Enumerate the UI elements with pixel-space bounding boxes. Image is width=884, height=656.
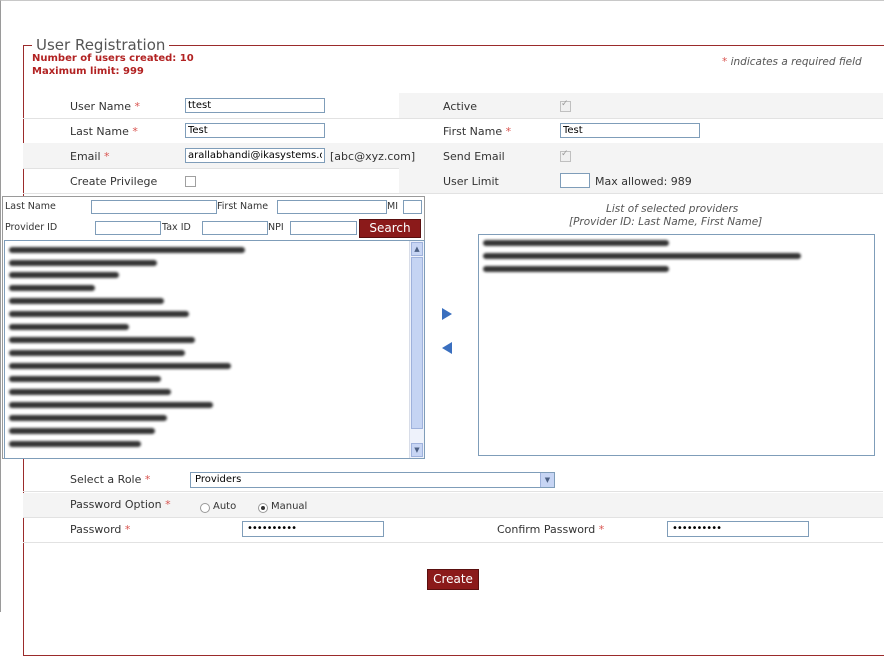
password-auto-label: Auto — [213, 501, 237, 512]
active-label: Active — [443, 100, 478, 113]
first-name-input[interactable] — [560, 123, 700, 138]
search-tax-id-input[interactable] — [202, 221, 268, 235]
max-allowed-text: Max allowed: 989 — [595, 175, 692, 188]
list-item[interactable] — [9, 415, 167, 421]
password-input[interactable]: •••••••••• — [242, 521, 384, 537]
first-name-label: First Name * — [443, 125, 512, 138]
list-item[interactable] — [9, 428, 155, 434]
search-first-name-label: First Name — [217, 201, 269, 212]
list-item[interactable] — [9, 298, 164, 304]
search-first-name-input[interactable] — [277, 200, 387, 214]
list-item[interactable] — [9, 247, 245, 253]
list-scrollbar[interactable]: ▲ ▼ — [409, 241, 424, 458]
search-npi-input[interactable] — [290, 221, 357, 235]
search-npi-label: NPI — [268, 222, 284, 233]
selected-providers-title: List of selected providers — [606, 203, 739, 215]
row-last-name: Last Name * First Name * — [23, 118, 883, 144]
email-input[interactable] — [185, 148, 325, 163]
search-tax-id-label: Tax ID — [162, 222, 191, 233]
required-field-note: * indicates a required field — [722, 56, 862, 68]
row-create-privilege: Create Privilege User Limit Max allowed:… — [23, 168, 883, 194]
move-right-icon[interactable] — [442, 308, 452, 320]
chevron-down-icon[interactable]: ▼ — [540, 473, 554, 487]
user-name-label: User Name * — [70, 100, 141, 113]
selected-providers-list[interactable] — [478, 234, 875, 456]
password-manual-label: Manual — [271, 501, 308, 512]
last-name-input[interactable] — [185, 123, 325, 138]
list-item[interactable] — [483, 266, 669, 272]
list-item[interactable] — [9, 260, 157, 266]
list-item[interactable] — [483, 253, 801, 259]
list-item[interactable] — [9, 402, 213, 408]
role-selected-value: Providers — [195, 474, 242, 485]
row-role: Select a Role * Providers ▼ — [23, 467, 883, 492]
list-item[interactable] — [9, 324, 129, 330]
list-item[interactable] — [9, 337, 195, 343]
selected-providers-subtitle: [Provider ID: Last Name, First Name] — [569, 216, 763, 228]
search-last-name-label: Last Name — [5, 201, 56, 212]
active-checkbox[interactable]: ✓ — [560, 99, 571, 112]
user-limit-label: User Limit — [443, 175, 499, 188]
last-name-label: Last Name * — [70, 125, 138, 138]
users-created-count: Number of users created: 10 — [32, 53, 194, 64]
send-email-checkbox[interactable]: ✓ — [560, 149, 571, 162]
provider-search-panel: Last Name First Name MI Provider ID Tax … — [2, 196, 425, 459]
form-legend: User Registration — [36, 36, 166, 54]
maximum-limit: Maximum limit: 999 — [32, 66, 144, 77]
confirm-password-label: Confirm Password * — [497, 523, 605, 536]
move-left-icon[interactable] — [442, 342, 452, 354]
list-item[interactable] — [9, 389, 171, 395]
create-button[interactable]: Create — [427, 569, 479, 590]
search-mi-label: MI — [387, 201, 398, 212]
user-name-input[interactable] — [185, 98, 325, 113]
email-format-hint: [abc@xyz.com] — [330, 150, 416, 163]
confirm-password-input[interactable]: •••••••••• — [667, 521, 809, 537]
list-item[interactable] — [9, 376, 161, 382]
password-option-label: Password Option * — [70, 498, 171, 511]
scroll-down-icon[interactable]: ▼ — [411, 443, 423, 457]
row-email: Email * [abc@xyz.com] Send Email ✓ — [23, 143, 883, 169]
user-limit-input[interactable] — [560, 173, 590, 188]
password-manual-radio[interactable] — [258, 503, 268, 513]
list-item[interactable] — [9, 272, 119, 278]
password-auto-radio[interactable] — [200, 503, 210, 513]
list-item[interactable] — [9, 350, 185, 356]
list-item[interactable] — [9, 285, 95, 291]
search-provider-id-input[interactable] — [95, 221, 161, 235]
role-label: Select a Role * — [70, 473, 151, 486]
search-provider-id-label: Provider ID — [5, 222, 58, 233]
send-email-label: Send Email — [443, 150, 505, 163]
required-note-text: indicates a required field — [727, 56, 862, 68]
role-select[interactable]: Providers ▼ — [190, 472, 555, 488]
scroll-thumb[interactable] — [411, 257, 423, 429]
list-item[interactable] — [9, 363, 231, 369]
row-user-name: User Name * Active ✓ — [23, 93, 883, 119]
row-password: Password * •••••••••• Confirm Password *… — [23, 518, 883, 543]
search-button[interactable]: Search — [359, 219, 421, 238]
list-item[interactable] — [9, 441, 141, 447]
scroll-up-icon[interactable]: ▲ — [411, 242, 423, 256]
create-privilege-checkbox[interactable] — [185, 176, 196, 187]
list-item[interactable] — [9, 311, 189, 317]
search-mi-input[interactable] — [403, 200, 422, 214]
available-providers-list[interactable]: ▲ ▼ — [4, 240, 425, 459]
password-label: Password * — [70, 523, 131, 536]
list-item[interactable] — [483, 240, 669, 246]
create-privilege-label: Create Privilege — [70, 175, 158, 188]
row-password-option: Password Option * Auto Manual — [23, 493, 883, 518]
search-last-name-input[interactable] — [91, 200, 217, 214]
email-label: Email * — [70, 150, 110, 163]
